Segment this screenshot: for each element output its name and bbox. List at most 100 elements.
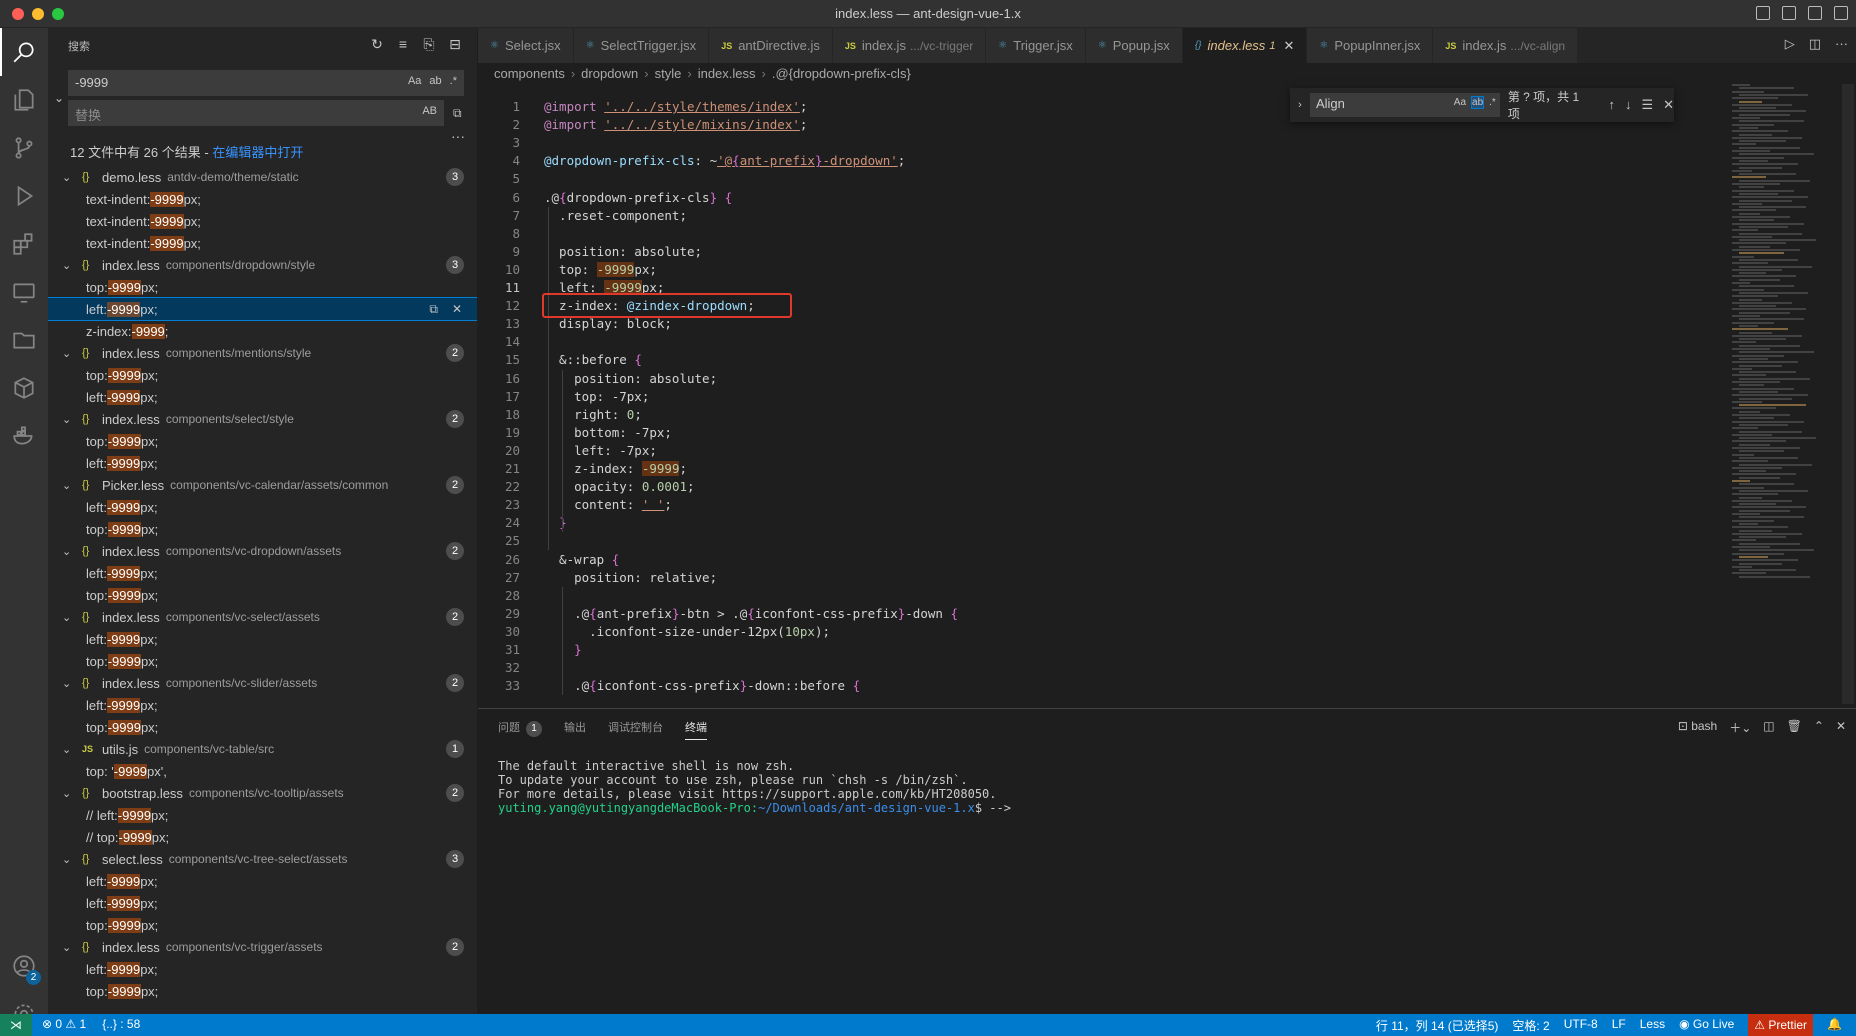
result-match-row[interactable]: left: -9999 px; (48, 870, 477, 892)
code-editor[interactable]: 1 @import '../../style/themes/index'; 2 @im… (478, 88, 1718, 708)
result-match-row[interactable]: text-indent: -9999 px; (48, 188, 477, 210)
replace-input[interactable]: 替换 AB (68, 100, 444, 126)
customize-layout-icon[interactable] (1834, 6, 1848, 20)
collapse-all-icon[interactable]: ⊟ (447, 36, 463, 52)
folder-icon[interactable] (0, 316, 48, 364)
chevron-down-icon[interactable]: ⌄ (62, 677, 76, 690)
breadcrumb-item[interactable]: .@{dropdown-prefix-cls} (772, 66, 911, 81)
problems-status[interactable]: ⊗ 0 ⚠ 1 (42, 1017, 86, 1031)
editor-tab[interactable]: ⚛ Popup.jsx (1085, 28, 1183, 63)
result-match-row[interactable]: top: ' -9999 px', (48, 760, 477, 782)
toggle-panel-icon[interactable] (1782, 6, 1796, 20)
result-match-row[interactable]: left: -9999 px; ⧉ ✕ (48, 297, 477, 321)
language-mode[interactable]: Less (1640, 1017, 1665, 1036)
result-match-row[interactable]: top: -9999 px; (48, 364, 477, 386)
go-live-button[interactable]: ◉ Go Live (1679, 1017, 1734, 1036)
result-match-row[interactable]: z-index: -9999; (48, 320, 477, 342)
replace-all-icon[interactable]: ⧉ (453, 106, 469, 122)
toggle-replace-chevron-icon[interactable]: › (1290, 99, 1310, 111)
remote-explorer-icon[interactable] (0, 268, 48, 316)
toggle-sidebar-icon[interactable] (1756, 6, 1770, 20)
find-match-case-icon[interactable]: Aa (1454, 97, 1466, 108)
maximize-panel-icon[interactable]: ⌃ (1814, 719, 1824, 736)
result-match-row[interactable]: top: -9999 px; (48, 980, 477, 1002)
editor-tab[interactable]: ⚛ SelectTrigger.jsx (573, 28, 710, 63)
close-tab-icon[interactable]: ✕ (1283, 38, 1294, 54)
eol-status[interactable]: LF (1612, 1017, 1626, 1036)
explorer-icon[interactable] (0, 76, 48, 124)
previous-match-icon[interactable]: ↑ (1608, 97, 1615, 113)
run-debug-icon[interactable] (0, 172, 48, 220)
result-match-row[interactable]: left: -9999 px; (48, 452, 477, 474)
result-match-row[interactable]: // top: -9999 px; (48, 826, 477, 848)
editor-tab[interactable]: JS antDirective.js (709, 28, 833, 63)
run-icon[interactable]: ▷ (1785, 36, 1795, 52)
notifications-icon[interactable]: 🔔 (1827, 1017, 1842, 1036)
new-search-editor-icon[interactable]: ⎘ (421, 36, 437, 52)
prettier-status[interactable]: ⚠ Prettier (1748, 1014, 1814, 1036)
editor-tab[interactable]: ⚛ PopupInner.jsx (1307, 28, 1434, 63)
chevron-down-icon[interactable]: ⌄ (62, 347, 76, 360)
editor-tab[interactable]: JS index.js .../vc-trigger (832, 28, 987, 63)
result-file-row[interactable]: ⌄ {} index.less components/vc-slider/assets… (48, 672, 477, 694)
search-input[interactable]: -9999 Aa ab .* (68, 70, 464, 96)
result-match-row[interactable]: left: -9999 px; (48, 496, 477, 518)
result-file-row[interactable]: ⌄ {} Picker.less components/vc-calendar/ass… (48, 474, 477, 496)
result-match-row[interactable]: top: -9999 px; (48, 276, 477, 298)
result-match-row[interactable]: text-indent: -9999 px; (48, 232, 477, 254)
result-match-row[interactable]: top: -9999 px; (48, 430, 477, 452)
match-case-icon[interactable]: Aa (408, 75, 421, 87)
result-file-row[interactable]: ⌄ {} index.less components/dropdown/style 3 (48, 254, 477, 276)
toggle-replace-chevron-icon[interactable]: ⌄ (54, 91, 64, 105)
replace-match-icon[interactable]: ⧉ (429, 302, 438, 317)
result-file-row[interactable]: ⌄ {} bootstrap.less components/vc-tooltip/a… (48, 782, 477, 804)
editor-scrollbar[interactable] (1842, 84, 1854, 704)
chevron-down-icon[interactable]: ⌄ (62, 545, 76, 558)
result-file-row[interactable]: ⌄ {} demo.less antdv-demo/theme/static 3 (48, 166, 477, 188)
breadcrumb-item[interactable]: dropdown (581, 66, 638, 81)
chevron-down-icon[interactable]: ⌄ (62, 743, 76, 756)
find-input[interactable]: Align Aa ab .* (1309, 93, 1500, 117)
indentation-status[interactable]: 空格: 2 (1512, 1017, 1549, 1036)
breadcrumb-item[interactable]: index.less (698, 66, 756, 81)
next-match-icon[interactable]: ↓ (1625, 97, 1632, 113)
extensions-icon[interactable] (0, 220, 48, 268)
docker-icon[interactable] (0, 412, 48, 460)
chevron-down-icon[interactable]: ⌄ (62, 853, 76, 866)
chevron-down-icon[interactable]: ⌄ (62, 413, 76, 426)
close-find-icon[interactable]: ✕ (1663, 97, 1674, 113)
whole-word-icon[interactable]: ab (429, 75, 441, 87)
result-file-row[interactable]: ⌄ {} index.less components/vc-trigger/asset… (48, 936, 477, 958)
editor-tab[interactable]: ⚛ Select.jsx (478, 28, 574, 63)
clear-results-icon[interactable]: ≡ (395, 36, 411, 52)
result-match-row[interactable]: left: -9999 px; (48, 562, 477, 584)
split-editor-icon[interactable]: ◫ (1809, 36, 1821, 52)
toggle-secondary-sidebar-icon[interactable] (1808, 6, 1822, 20)
dismiss-match-icon[interactable]: ✕ (452, 302, 462, 317)
search-activity-icon[interactable] (0, 28, 48, 76)
preserve-case-icon[interactable]: AB (422, 105, 437, 117)
minimap[interactable] (1728, 84, 1838, 704)
chevron-down-icon[interactable]: ⌄ (62, 941, 76, 954)
close-panel-icon[interactable]: ✕ (1836, 719, 1846, 736)
chevron-down-icon[interactable]: ⌄ (62, 259, 76, 272)
tab-terminal[interactable]: 终端 (685, 719, 707, 740)
result-match-row[interactable]: top: -9999 px; (48, 716, 477, 738)
refresh-icon[interactable]: ↻ (369, 36, 385, 52)
find-in-selection-icon[interactable]: ☰ (1641, 97, 1653, 113)
tab-problems[interactable]: 问题 1 (498, 719, 542, 740)
result-match-row[interactable]: left: -9999 px; (48, 386, 477, 408)
tab-debug-console[interactable]: 调试控制台 (608, 719, 663, 740)
result-file-row[interactable]: ⌄ {} index.less components/vc-select/assets… (48, 606, 477, 628)
kill-terminal-icon[interactable]: 🗑 (1787, 719, 1802, 736)
open-in-editor-link[interactable]: 在编辑器中打开 (212, 145, 303, 160)
remote-indicator-icon[interactable]: ⋊ (0, 1014, 32, 1036)
terminal-shell-selector[interactable]: ⊡ bash (1678, 719, 1717, 736)
chevron-down-icon[interactable]: ⌄ (62, 171, 76, 184)
encoding-status[interactable]: UTF-8 (1564, 1017, 1598, 1036)
find-regex-icon[interactable]: .* (1489, 97, 1496, 108)
cursor-position[interactable]: 行 11，列 14 (已选择5) (1376, 1017, 1498, 1036)
regex-icon[interactable]: .* (450, 75, 457, 87)
result-match-row[interactable]: top: -9999 px; (48, 584, 477, 606)
find-whole-word-icon[interactable]: ab (1471, 96, 1485, 109)
